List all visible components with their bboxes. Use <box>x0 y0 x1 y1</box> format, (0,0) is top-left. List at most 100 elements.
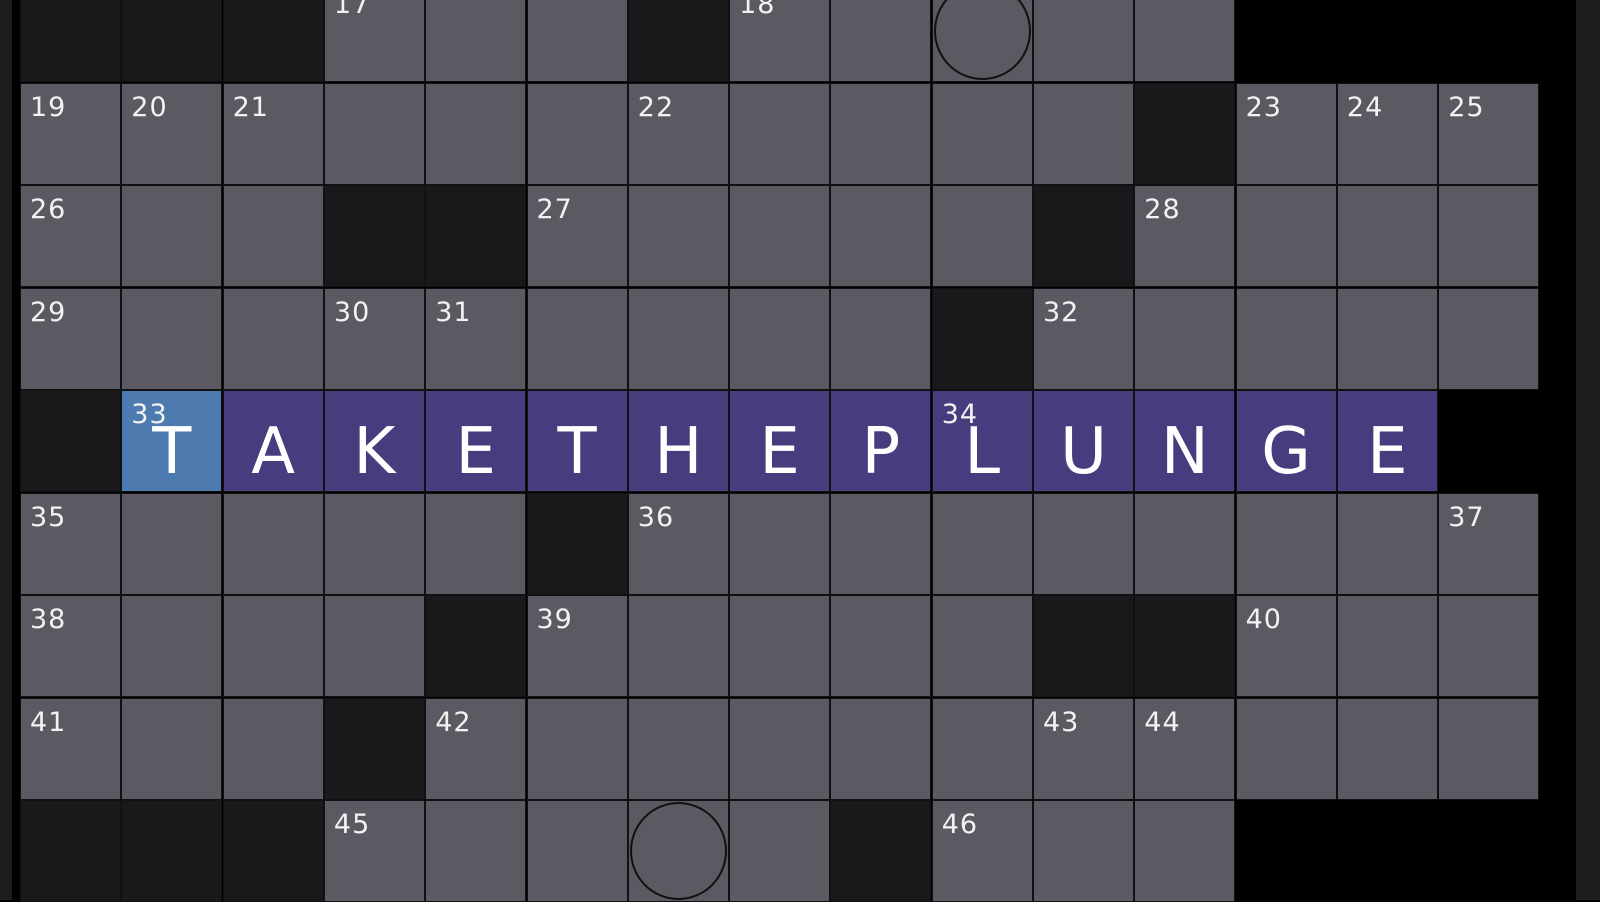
grid-cell[interactable]: E <box>425 390 527 492</box>
grid-cell[interactable]: 45 <box>323 800 425 902</box>
grid-cell[interactable]: T <box>526 390 628 492</box>
grid-cell[interactable] <box>1336 595 1438 697</box>
grid-cell[interactable] <box>729 697 831 800</box>
grid-cell[interactable] <box>1336 287 1438 390</box>
grid-cell[interactable]: 44 <box>1134 697 1236 800</box>
grid-cell[interactable]: 28 <box>1134 185 1236 287</box>
grid-cell[interactable]: 37 <box>1438 492 1540 595</box>
grid-cell[interactable] <box>1134 287 1236 390</box>
grid-cell[interactable] <box>1134 800 1236 902</box>
grid-cell[interactable] <box>121 697 223 800</box>
grid-cell[interactable]: 41 <box>20 697 121 800</box>
grid-cell[interactable] <box>1336 492 1438 595</box>
grid-cell[interactable]: 23 <box>1235 82 1337 185</box>
grid-cell[interactable]: 30 <box>323 287 425 390</box>
grid-cell[interactable] <box>830 697 932 800</box>
grid-cell[interactable] <box>1033 800 1134 902</box>
grid-cell[interactable] <box>1134 0 1236 82</box>
grid-cell[interactable] <box>1336 185 1438 287</box>
grid-cell[interactable] <box>830 185 932 287</box>
grid-cell[interactable] <box>121 492 223 595</box>
grid-cell[interactable] <box>425 82 527 185</box>
grid-cell[interactable] <box>729 492 831 595</box>
grid-cell[interactable] <box>931 82 1033 185</box>
grid-cell[interactable]: G <box>1235 390 1337 492</box>
grid-cell[interactable] <box>323 82 425 185</box>
grid-cell[interactable]: U <box>1033 390 1134 492</box>
grid-cell[interactable]: 36 <box>627 492 729 595</box>
grid-cell[interactable] <box>526 0 628 82</box>
grid-cell[interactable] <box>526 287 628 390</box>
grid-cell[interactable] <box>526 697 628 800</box>
grid-cell[interactable] <box>425 492 527 595</box>
grid-cell[interactable] <box>1235 287 1337 390</box>
grid-cell[interactable] <box>931 0 1033 82</box>
grid-cell[interactable]: N <box>1134 390 1236 492</box>
grid-cell[interactable] <box>627 800 729 902</box>
grid-cell[interactable] <box>1438 595 1540 697</box>
grid-cell[interactable]: 46 <box>931 800 1033 902</box>
grid-cell[interactable] <box>1438 287 1540 390</box>
grid-cell[interactable] <box>425 800 527 902</box>
grid-cell[interactable] <box>526 800 628 902</box>
grid-cell[interactable] <box>830 287 932 390</box>
grid-cell[interactable]: P <box>830 390 932 492</box>
grid-cell[interactable] <box>729 800 831 902</box>
grid-cell[interactable] <box>627 287 729 390</box>
grid-cell[interactable]: 43 <box>1033 697 1134 800</box>
grid-cell[interactable] <box>1235 185 1337 287</box>
grid-cell[interactable]: 27 <box>526 185 628 287</box>
grid-cell[interactable]: 42 <box>425 697 527 800</box>
grid-cell[interactable] <box>323 492 425 595</box>
grid-cell[interactable] <box>1438 697 1540 800</box>
grid-cell[interactable] <box>931 697 1033 800</box>
grid-cell[interactable] <box>425 0 527 82</box>
grid-cell[interactable] <box>1235 492 1337 595</box>
grid-cell[interactable] <box>222 287 324 390</box>
grid-cell[interactable] <box>627 185 729 287</box>
grid-cell[interactable]: 39 <box>526 595 628 697</box>
grid-cell[interactable] <box>830 82 932 185</box>
grid-cell[interactable]: 24 <box>1336 82 1438 185</box>
grid-cell[interactable] <box>121 595 223 697</box>
grid-cell[interactable] <box>729 185 831 287</box>
grid-cell[interactable] <box>526 82 628 185</box>
grid-cell[interactable] <box>1033 492 1134 595</box>
grid-cell[interactable]: 21 <box>222 82 324 185</box>
grid-cell[interactable] <box>729 595 831 697</box>
grid-cell[interactable]: 35 <box>20 492 121 595</box>
grid-cell[interactable] <box>931 492 1033 595</box>
grid-cell[interactable]: 29 <box>20 287 121 390</box>
selected-cell[interactable]: 33 T <box>121 390 223 492</box>
grid-cell[interactable]: K <box>323 390 425 492</box>
grid-cell[interactable] <box>1033 82 1134 185</box>
grid-cell[interactable] <box>729 82 831 185</box>
grid-cell[interactable] <box>1033 0 1134 82</box>
grid-cell[interactable]: 20 <box>121 82 223 185</box>
grid-cell[interactable]: 31 <box>425 287 527 390</box>
grid-cell[interactable] <box>1134 492 1236 595</box>
grid-cell[interactable] <box>729 287 831 390</box>
grid-cell[interactable]: E <box>729 390 831 492</box>
grid-cell[interactable] <box>121 287 223 390</box>
grid-cell[interactable]: H <box>627 390 729 492</box>
grid-cell[interactable] <box>1235 697 1337 800</box>
grid-cell[interactable] <box>1438 185 1540 287</box>
grid-cell[interactable] <box>931 595 1033 697</box>
grid-cell[interactable]: 25 <box>1438 82 1540 185</box>
grid-cell[interactable]: 22 <box>627 82 729 185</box>
grid-cell[interactable]: 19 <box>20 82 121 185</box>
grid-cell[interactable]: A <box>222 390 324 492</box>
grid-cell[interactable]: 38 <box>20 595 121 697</box>
grid-cell[interactable] <box>627 697 729 800</box>
grid-cell[interactable]: 40 <box>1235 595 1337 697</box>
grid-cell[interactable] <box>222 697 324 800</box>
grid-cell[interactable]: 18 <box>729 0 831 82</box>
grid-cell[interactable] <box>222 185 324 287</box>
grid-cell[interactable]: 32 <box>1033 287 1134 390</box>
grid-cell[interactable] <box>931 185 1033 287</box>
grid-cell[interactable] <box>830 492 932 595</box>
grid-cell[interactable]: 17 <box>323 0 425 82</box>
grid-cell[interactable] <box>222 595 324 697</box>
grid-cell[interactable] <box>121 185 223 287</box>
